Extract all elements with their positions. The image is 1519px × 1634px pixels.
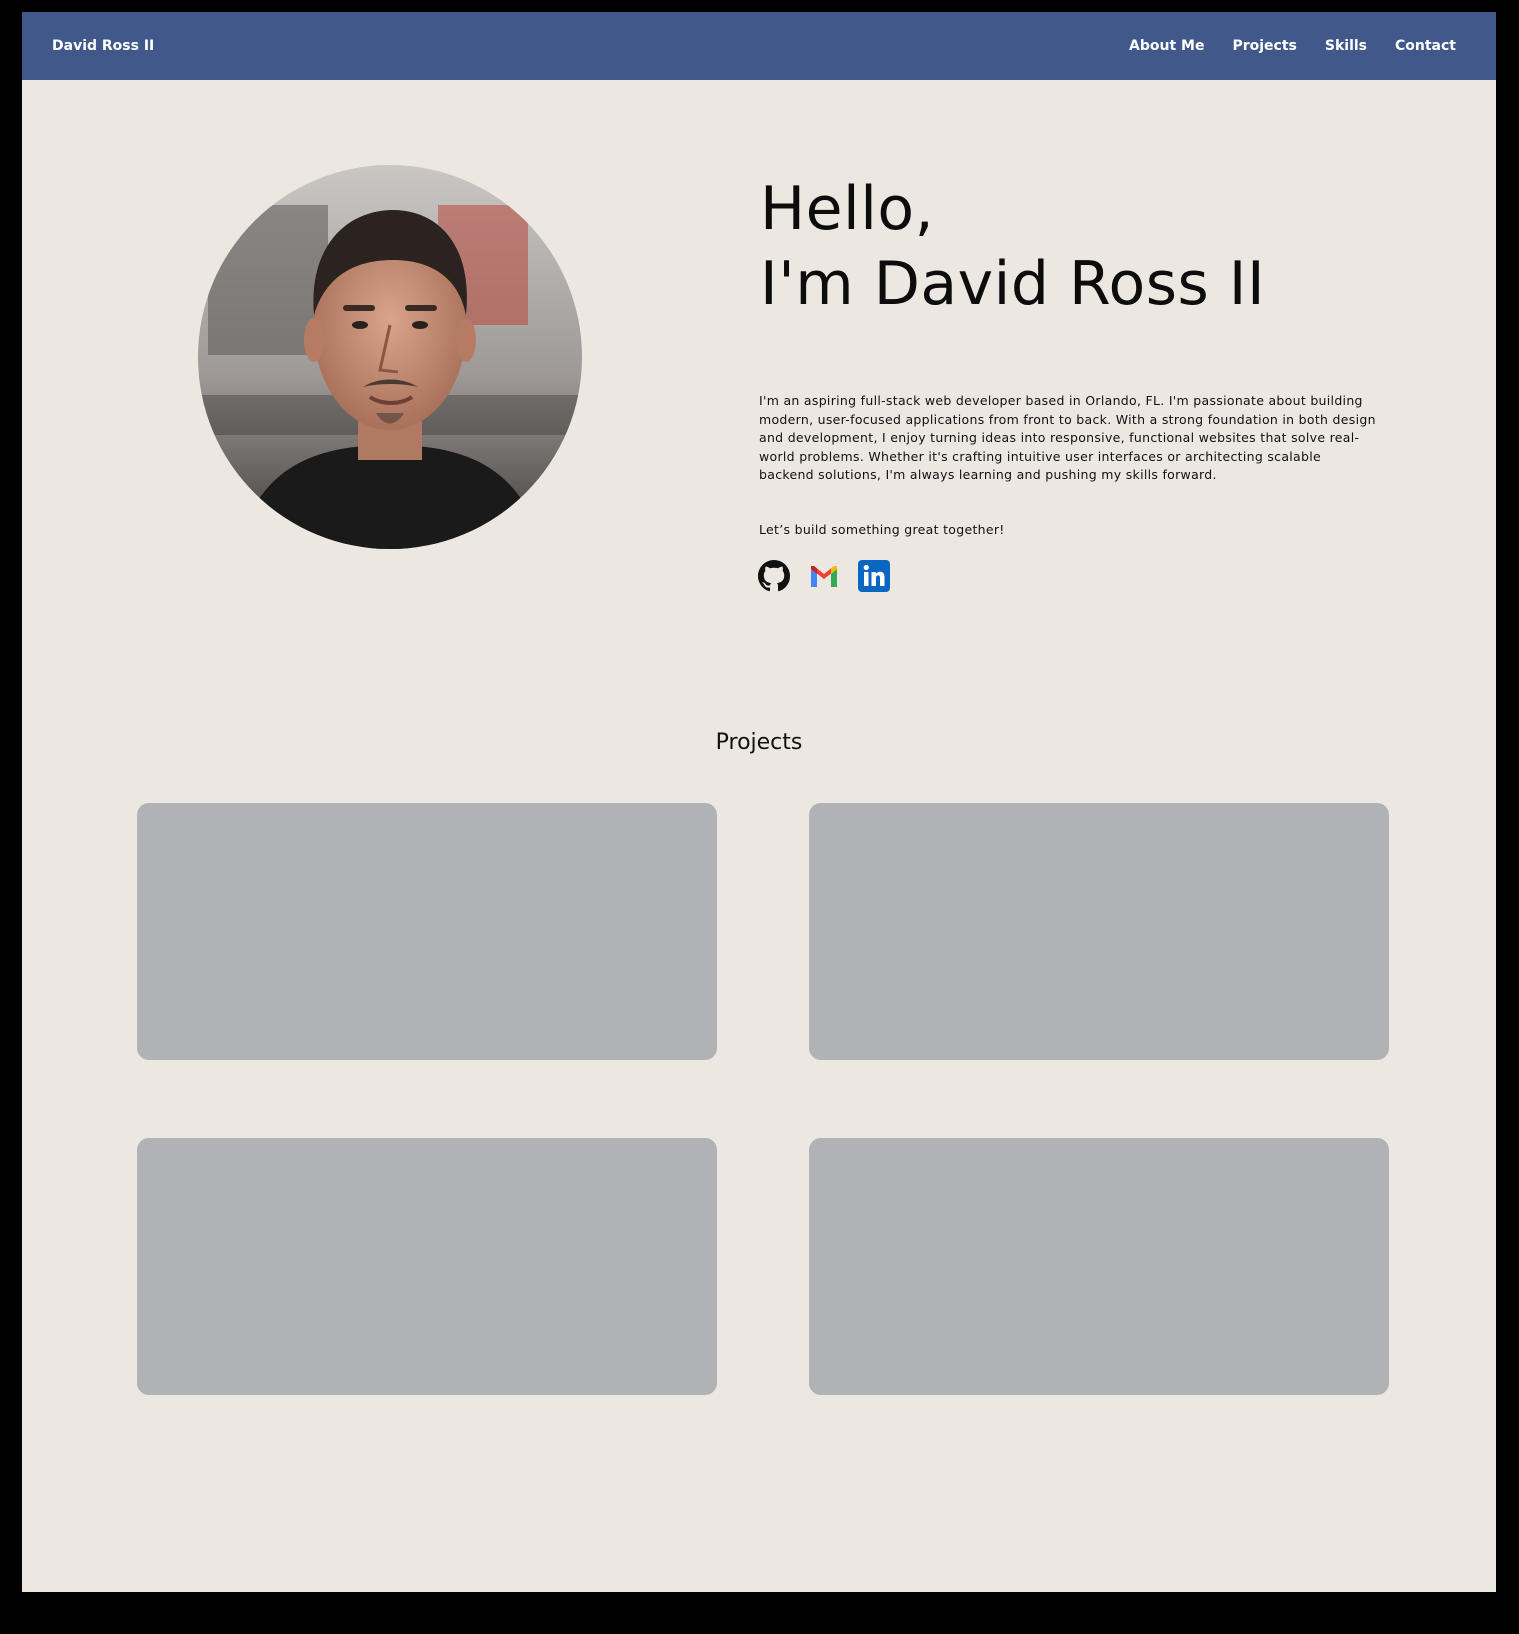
nav-links: About Me Projects Skills Contact	[1129, 38, 1456, 54]
profile-photo	[198, 165, 582, 549]
nav-link-about-me[interactable]: About Me	[1129, 38, 1204, 54]
cta-text: Let’s build something great together!	[759, 522, 1005, 537]
nav-link-skills[interactable]: Skills	[1325, 38, 1367, 54]
gmail-icon[interactable]	[808, 560, 840, 592]
linkedin-icon[interactable]	[858, 560, 890, 592]
hero-heading: Hello, I'm David Ross II	[760, 172, 1265, 322]
projects-heading: Projects	[715, 730, 803, 755]
page: David Ross II About Me Projects Skills C…	[22, 12, 1496, 1592]
brand-name[interactable]: David Ross II	[52, 38, 154, 54]
project-card[interactable]	[809, 1138, 1389, 1395]
project-card[interactable]	[809, 803, 1389, 1060]
social-links	[758, 560, 890, 592]
top-navbar: David Ross II About Me Projects Skills C…	[22, 12, 1496, 80]
hero-name: I'm David Ross II	[760, 249, 1266, 319]
nav-link-contact[interactable]: Contact	[1395, 38, 1456, 54]
github-icon[interactable]	[758, 560, 790, 592]
project-card[interactable]	[137, 803, 717, 1060]
hero-greeting: Hello,	[760, 174, 935, 244]
nav-link-projects[interactable]: Projects	[1232, 38, 1296, 54]
project-card[interactable]	[137, 1138, 717, 1395]
bio-paragraph: I'm an aspiring full-stack web developer…	[759, 393, 1376, 482]
